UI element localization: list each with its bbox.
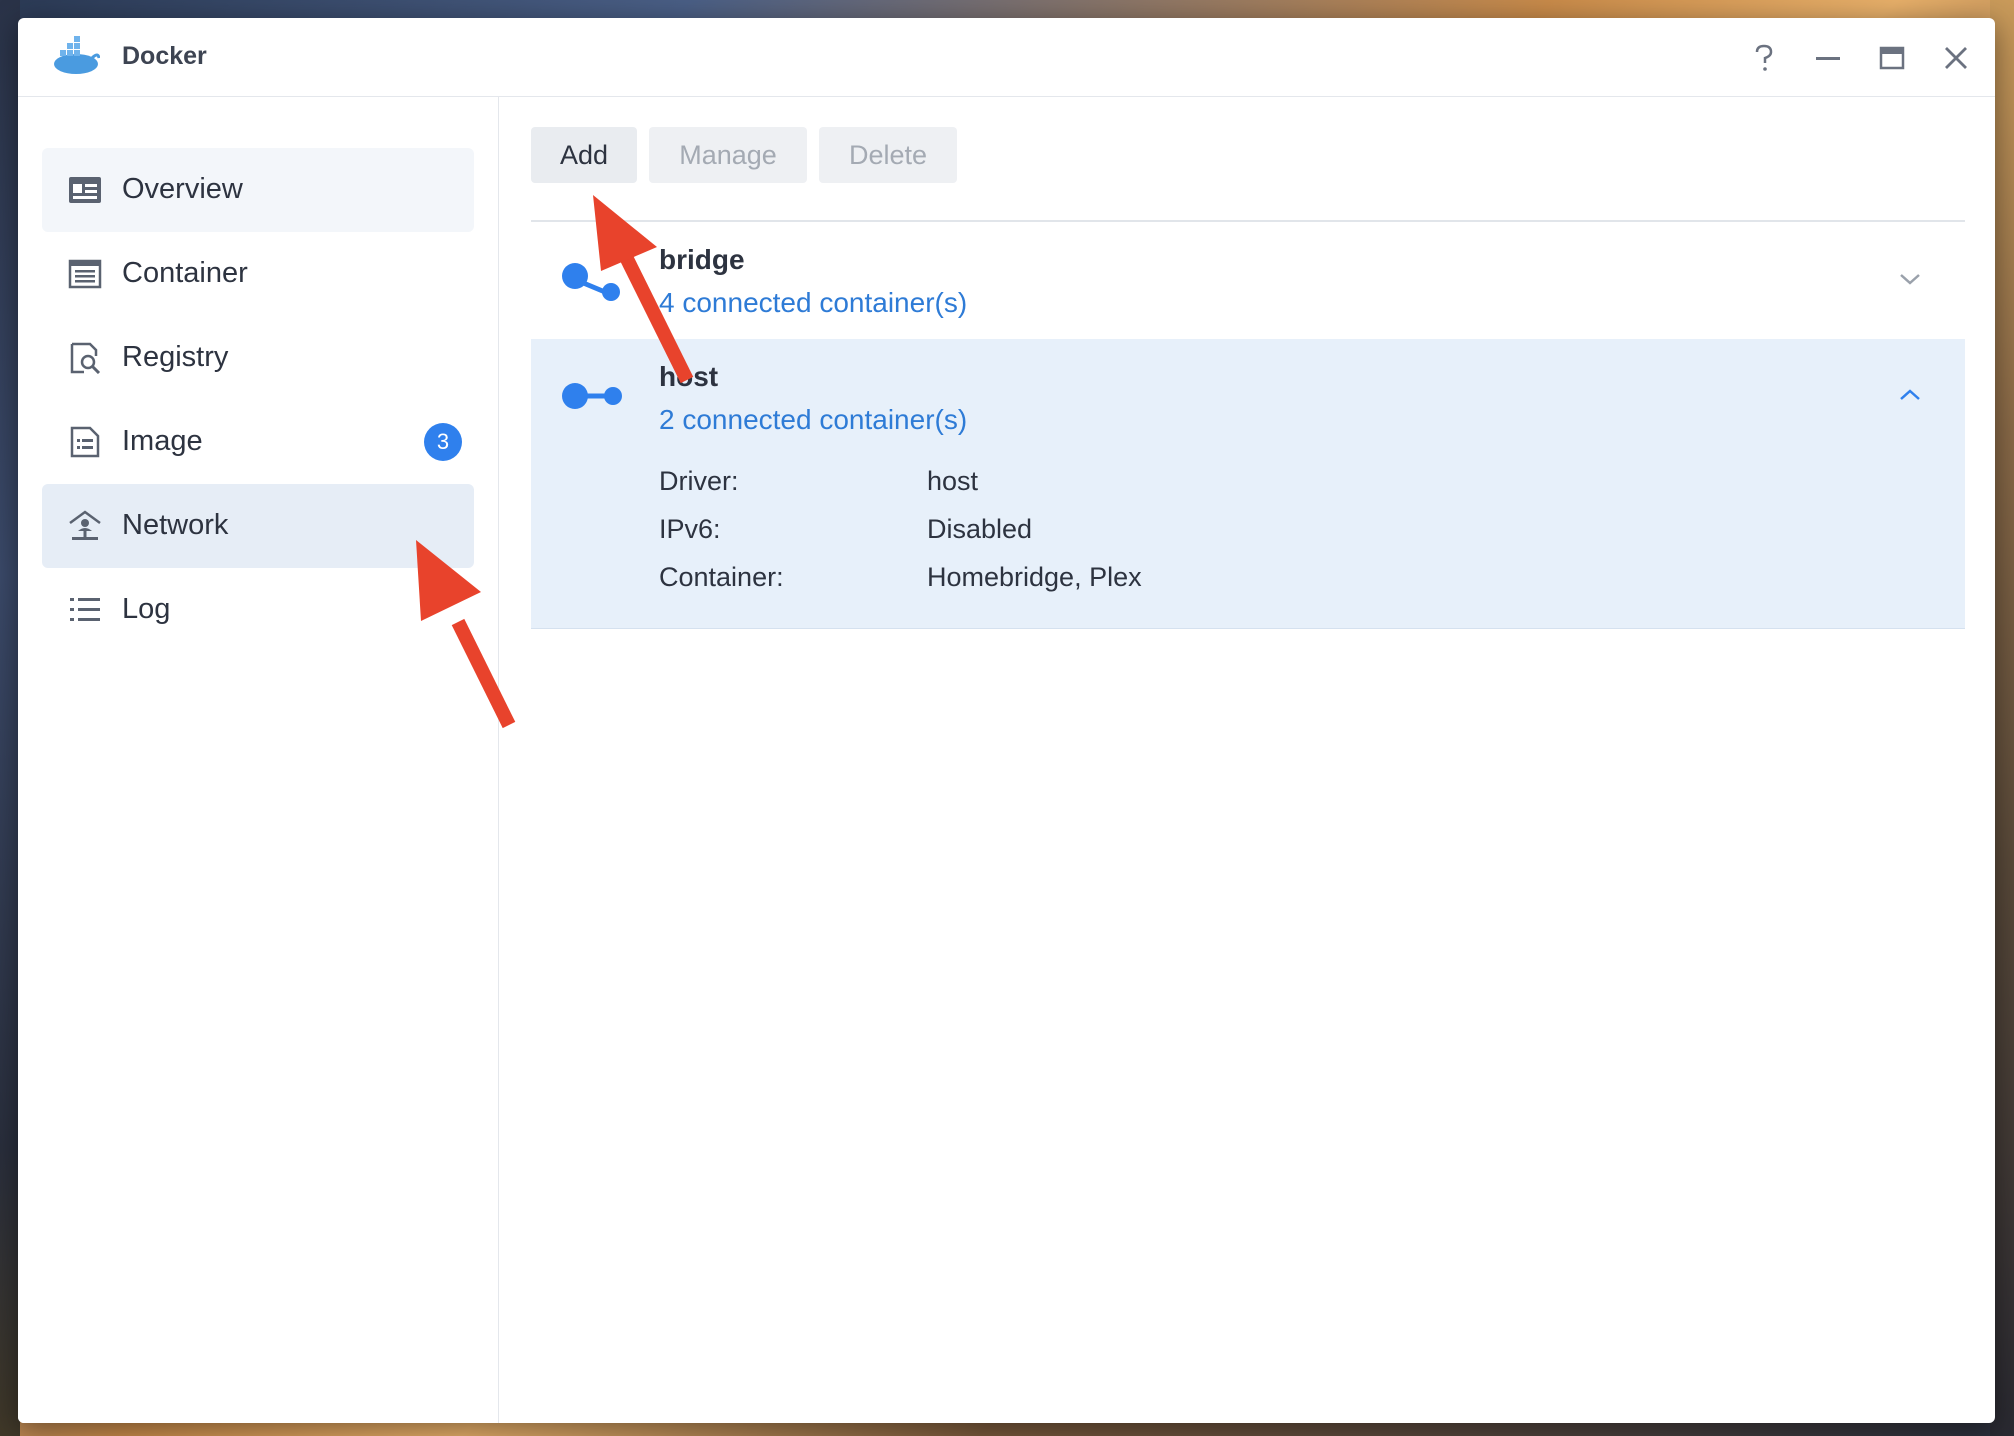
host-network-icon [562,383,622,409]
sidebar-item-label: Container [122,257,248,289]
close-icon[interactable] [1936,38,1976,78]
sidebar-item-label: Image [122,425,203,457]
desktop-background-left [0,0,20,1436]
chevron-up-icon[interactable] [1895,380,1925,410]
network-row-bridge[interactable]: bridge 4 connected container(s) [531,222,1965,340]
chevron-down-icon[interactable] [1895,264,1925,294]
docker-logo-icon [54,36,100,74]
connected-containers-link[interactable]: 4 connected container(s) [659,287,967,319]
minimize-icon[interactable] [1808,38,1848,78]
overview-icon [69,177,101,203]
detail-value-ipv6: Disabled [927,514,1033,544]
network-row-host[interactable]: host 2 connected container(s) Driver: ho… [531,339,1965,629]
sidebar-item-label: Overview [122,173,243,205]
registry-icon [70,342,101,374]
sidebar-item-label: Log [122,593,171,625]
image-count-badge: 3 [424,423,462,461]
detail-value-driver: host [927,466,979,496]
manage-button[interactable]: Manage [649,127,807,183]
help-icon[interactable] [1744,38,1784,78]
delete-button[interactable]: Delete [819,127,957,183]
title-bar: Docker [18,18,1995,97]
detail-label-driver: Driver: [659,466,739,496]
bridge-network-icon [562,263,620,301]
container-icon [68,259,102,289]
image-icon [70,426,100,458]
network-panel: Add Manage Delete bridge 4 connected con… [499,97,1995,1423]
network-name: host [659,361,719,392]
log-icon [70,598,100,621]
maximize-icon[interactable] [1872,38,1912,78]
connected-containers-link[interactable]: 2 connected container(s) [659,404,967,436]
detail-label-container: Container: [659,562,784,592]
detail-value-container: Homebridge, Plex [927,562,1142,592]
sidebar-item-image[interactable]: Image 3 [42,400,474,484]
detail-label-ipv6: IPv6: [659,514,721,544]
sidebar-item-label: Network [122,509,229,541]
docker-window: Docker Overview Container Registry Image… [18,18,1995,1423]
sidebar: Overview Container Registry Image 3 Netw… [18,97,499,1423]
sidebar-item-overview[interactable]: Overview [42,148,474,232]
sidebar-item-registry[interactable]: Registry [42,316,474,400]
add-button[interactable]: Add [531,127,637,183]
window-title: Docker [122,42,207,70]
sidebar-item-log[interactable]: Log [42,568,474,652]
sidebar-item-container[interactable]: Container [42,232,474,316]
sidebar-item-label: Registry [122,341,229,373]
network-name: bridge [659,244,745,275]
sidebar-item-network[interactable]: Network [42,484,474,568]
network-icon [69,510,101,540]
